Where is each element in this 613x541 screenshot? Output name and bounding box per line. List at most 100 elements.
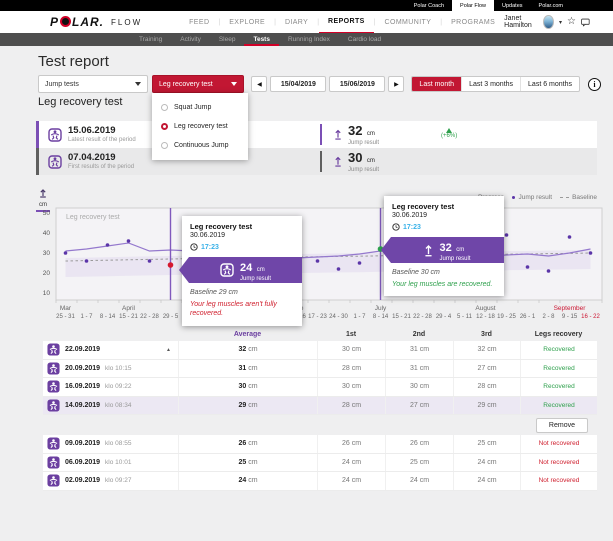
radio-icon	[161, 104, 168, 111]
range-button-last-3-months[interactable]: Last 3 months	[461, 77, 520, 91]
dropdown-option-squat-jump[interactable]: Squat Jump	[152, 98, 248, 117]
test-date: 20.09.2019	[65, 365, 100, 372]
table-row[interactable]: 20.09.2019klo 10:1531 cm28 cm31 cm27 cmR…	[43, 360, 597, 379]
tooltip-date: 30.06.2019	[190, 232, 294, 239]
polar-logo[interactable]: PLAR. FLOW	[50, 15, 142, 29]
summary-date-block: 15.06.2019Latest result of the period	[68, 126, 136, 142]
nav-item-programs[interactable]: PROGRAMS	[442, 11, 504, 33]
recovery-status: Not recovered	[520, 435, 597, 453]
nav-item-community[interactable]: COMMUNITY	[376, 11, 441, 33]
tooltip-value-block: 24 cmJump result	[240, 259, 271, 282]
range-button-last-month[interactable]: Last month	[412, 77, 461, 91]
column-header-legs-recovery[interactable]: Legs recovery	[520, 331, 597, 338]
user-menu[interactable]: Janet Hamilton ▾ ☆	[504, 15, 590, 29]
previous-period-button[interactable]: ◀	[251, 76, 267, 92]
table-group: 22.09.2019▲32 cm30 cm31 cm32 cmRecovered…	[43, 341, 597, 415]
result-cell-2: 27 cm	[385, 397, 453, 415]
test-date: 09.09.2019	[65, 440, 100, 447]
subnav-item-cardio-load[interactable]: Cardio load	[339, 33, 390, 46]
svg-text:September: September	[554, 305, 587, 312]
svg-text:8 - 14: 8 - 14	[100, 314, 116, 320]
svg-text:9 - 15: 9 - 15	[562, 314, 578, 320]
table-row[interactable]: 06.09.2019klo 10:0125 cm24 cm25 cm24 cmN…	[43, 454, 597, 473]
svg-text:19 - 25: 19 - 25	[497, 314, 516, 320]
date-from-field[interactable]: 15/04/2019	[270, 76, 326, 92]
summary-card-row[interactable]: 15.06.2019Latest result of the period32 …	[36, 121, 597, 148]
subnav-item-activity[interactable]: Activity	[171, 33, 210, 46]
next-period-button[interactable]: ▶	[388, 76, 404, 92]
result-cell-3: 25 cm	[453, 435, 520, 453]
subnav-item-training[interactable]: Training	[130, 33, 171, 46]
report-controls: Jump tests Leg recovery test ◀ 15/04/201…	[38, 75, 601, 93]
table-row[interactable]: 02.09.2019klo 09:2724 cm24 cm24 cm24 cmN…	[43, 472, 597, 491]
result-cell-2: 30 cm	[385, 378, 453, 396]
svg-text:Leg recovery test: Leg recovery test	[66, 214, 120, 221]
subnav-item-tests[interactable]: Tests	[244, 33, 279, 46]
column-header-2nd[interactable]: 2nd	[385, 331, 453, 338]
table-row[interactable]: 16.09.2019klo 09:2230 cm30 cm30 cm28 cmR…	[43, 378, 597, 397]
test-results-chart[interactable]: 1020304050Leg recovery testMarAprilMayJu…	[30, 185, 613, 325]
result-cell-3: 24 cm	[453, 472, 520, 490]
svg-text:5 - 11: 5 - 11	[457, 314, 473, 320]
column-header-average[interactable]: Average	[178, 331, 317, 338]
flow-wordmark: FLOW	[111, 18, 142, 27]
recovery-status: Not recovered	[520, 454, 597, 472]
svg-text:24 - 30: 24 - 30	[329, 314, 348, 320]
dropdown-option-continuous-jump[interactable]: Continuous Jump	[152, 136, 248, 155]
remove-button[interactable]: Remove	[536, 418, 588, 433]
topbar-link-polar-coach[interactable]: Polar Coach	[406, 0, 452, 11]
svg-text:16 - 22: 16 - 22	[581, 314, 600, 320]
subnav-item-sleep[interactable]: Sleep	[210, 33, 245, 46]
recovery-status: Recovered	[520, 378, 597, 396]
column-header-3rd[interactable]: 3rd	[453, 331, 520, 338]
date-to-field[interactable]: 15/06/2019	[329, 76, 385, 92]
topbar-link-polar-flow[interactable]: Polar Flow	[452, 0, 494, 11]
test-category-dropdown[interactable]: Jump tests	[38, 75, 148, 93]
range-button-last-6-months[interactable]: Last 6 months	[520, 77, 579, 91]
chevron-down-icon[interactable]: ▾	[559, 19, 562, 26]
feedback-chat-icon[interactable]	[581, 17, 590, 28]
average-cell: 30 cm	[178, 378, 317, 396]
jump-test-icon	[47, 437, 60, 450]
remove-row: Remove	[43, 415, 597, 435]
nav-item-feed[interactable]: FEED	[180, 11, 218, 33]
result-cell-2: 26 cm	[385, 435, 453, 453]
tooltip-value-block: 32 cmJump result	[439, 239, 470, 262]
nav-item-reports[interactable]: REPORTS	[319, 10, 374, 34]
result-cell-1: 30 cm	[317, 341, 385, 359]
jump-test-icon	[47, 343, 60, 356]
table-row[interactable]: 22.09.2019▲32 cm30 cm31 cm32 cmRecovered	[43, 341, 597, 360]
jump-test-icon	[220, 263, 234, 277]
topbar-link-updates[interactable]: Updates	[494, 0, 531, 11]
test-time: klo 10:01	[105, 459, 131, 466]
svg-text:22 - 28: 22 - 28	[140, 314, 159, 320]
jump-height-arrow-icon	[334, 129, 342, 140]
test-date-cell: 22.09.2019▲	[43, 341, 178, 359]
info-icon[interactable]: i	[588, 78, 601, 91]
subnav-item-running-index[interactable]: Running Index	[279, 33, 339, 46]
table-row[interactable]: 14.09.2019klo 08:3429 cm28 cm27 cm29 cmR…	[43, 397, 597, 416]
column-header-1st[interactable]: 1st	[317, 331, 385, 338]
jump-height-arrow-icon	[334, 156, 342, 167]
nav-item-explore[interactable]: EXPLORE	[220, 11, 274, 33]
chart-section: cm ProgressJump resultBaseline 102030405…	[0, 185, 613, 325]
test-type-dropdown[interactable]: Leg recovery test	[152, 75, 244, 93]
chevron-down-icon	[231, 82, 237, 86]
tooltip-value-label: Jump result	[439, 256, 470, 262]
test-date-cell: 14.09.2019klo 08:34	[43, 397, 178, 415]
avatar[interactable]	[543, 15, 554, 29]
average-cell: 25 cm	[178, 454, 317, 472]
topbar-link-polar-com[interactable]: Polar.com	[531, 0, 571, 11]
summary-card-row[interactable]: 07.04.2019First results of the period30 …	[36, 148, 597, 175]
average-cell: 29 cm	[178, 397, 317, 415]
svg-text:1 - 7: 1 - 7	[353, 314, 366, 320]
table-row[interactable]: 09.09.2019klo 08:5526 cm26 cm26 cm25 cmN…	[43, 435, 597, 454]
result-cell-1: 28 cm	[317, 397, 385, 415]
test-type-dropdown-menu: Squat JumpLeg recovery testContinuous Ju…	[152, 93, 248, 160]
sort-ascending-icon[interactable]: ▲	[166, 347, 171, 353]
svg-text:July: July	[375, 305, 387, 312]
tooltip-baseline: Baseline 29 cm	[190, 289, 294, 296]
nav-item-diary[interactable]: DIARY	[276, 11, 317, 33]
favorites-star-icon[interactable]: ☆	[567, 17, 576, 27]
dropdown-option-leg-recovery-test[interactable]: Leg recovery test	[152, 117, 248, 136]
